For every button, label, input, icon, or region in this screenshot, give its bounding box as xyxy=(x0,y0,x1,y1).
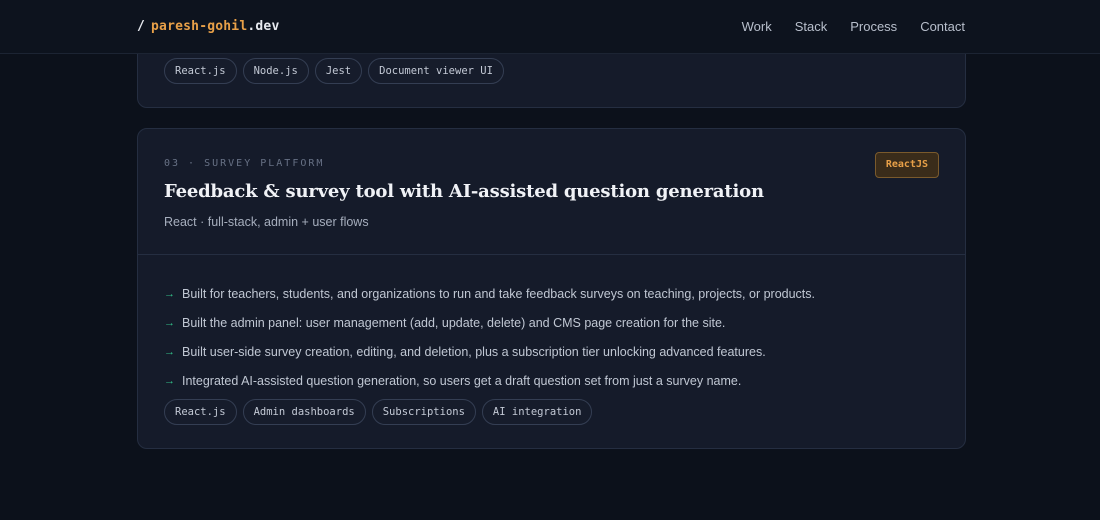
tag: Document viewer UI xyxy=(368,58,504,84)
brand-name: paresh-gohil xyxy=(151,19,248,34)
brand-slash: / xyxy=(137,19,146,34)
project-subtitle: React · full-stack, admin + user flows xyxy=(164,215,369,229)
tag-list: React.js Admin dashboards Subscriptions … xyxy=(164,399,593,425)
tag: Jest xyxy=(314,58,363,84)
nav-work[interactable]: Work xyxy=(742,19,772,34)
project-bullets: → Built for teachers, students, and organ… xyxy=(164,279,815,395)
list-item: → Integrated AI-assisted question generat… xyxy=(164,366,815,395)
list-item: → Built for teachers, students, and organ… xyxy=(164,279,815,308)
brand-tld: .dev xyxy=(247,19,280,34)
tag-list: React.js Node.js Jest Document viewer UI xyxy=(164,58,504,84)
bullet-text: Built the admin panel: user management (… xyxy=(182,315,726,330)
divider xyxy=(138,254,965,255)
bullet-text: Integrated AI-assisted question generati… xyxy=(182,373,742,388)
tag: Node.js xyxy=(242,58,309,84)
list-item: → Built user-side survey creation, editin… xyxy=(164,337,815,366)
list-item: → Built the admin panel: user management … xyxy=(164,308,815,337)
project-title: Feedback & survey tool with AI-assisted … xyxy=(164,181,764,202)
tag: Subscriptions xyxy=(371,399,476,425)
site-header: / paresh-gohil.dev Work Stack Process Con… xyxy=(0,0,1100,54)
project-card-survey: 03 · SURVEY PLATFORM ReactJS Feedback & … xyxy=(137,128,966,449)
tag: React.js xyxy=(164,399,237,425)
bullet-text: Built for teachers, students, and organi… xyxy=(182,286,816,301)
arrow-right-icon: → xyxy=(164,345,175,358)
nav-process[interactable]: Process xyxy=(850,19,897,34)
nav-contact[interactable]: Contact xyxy=(920,19,965,34)
brand-logo[interactable]: / paresh-gohil.dev xyxy=(137,19,279,34)
arrow-right-icon: → xyxy=(164,316,175,329)
project-kicker: 03 · SURVEY PLATFORM xyxy=(164,158,325,169)
tech-badge: ReactJS xyxy=(874,152,939,178)
arrow-right-icon: → xyxy=(164,287,175,300)
bullet-text: Built user-side survey creation, editing… xyxy=(182,344,766,359)
tag: React.js xyxy=(164,58,237,84)
tag: Admin dashboards xyxy=(242,399,366,425)
arrow-right-icon: → xyxy=(164,374,175,387)
main-nav: Work Stack Process Contact xyxy=(742,19,965,34)
nav-stack[interactable]: Stack xyxy=(795,19,828,34)
tag: AI integration xyxy=(481,399,593,425)
